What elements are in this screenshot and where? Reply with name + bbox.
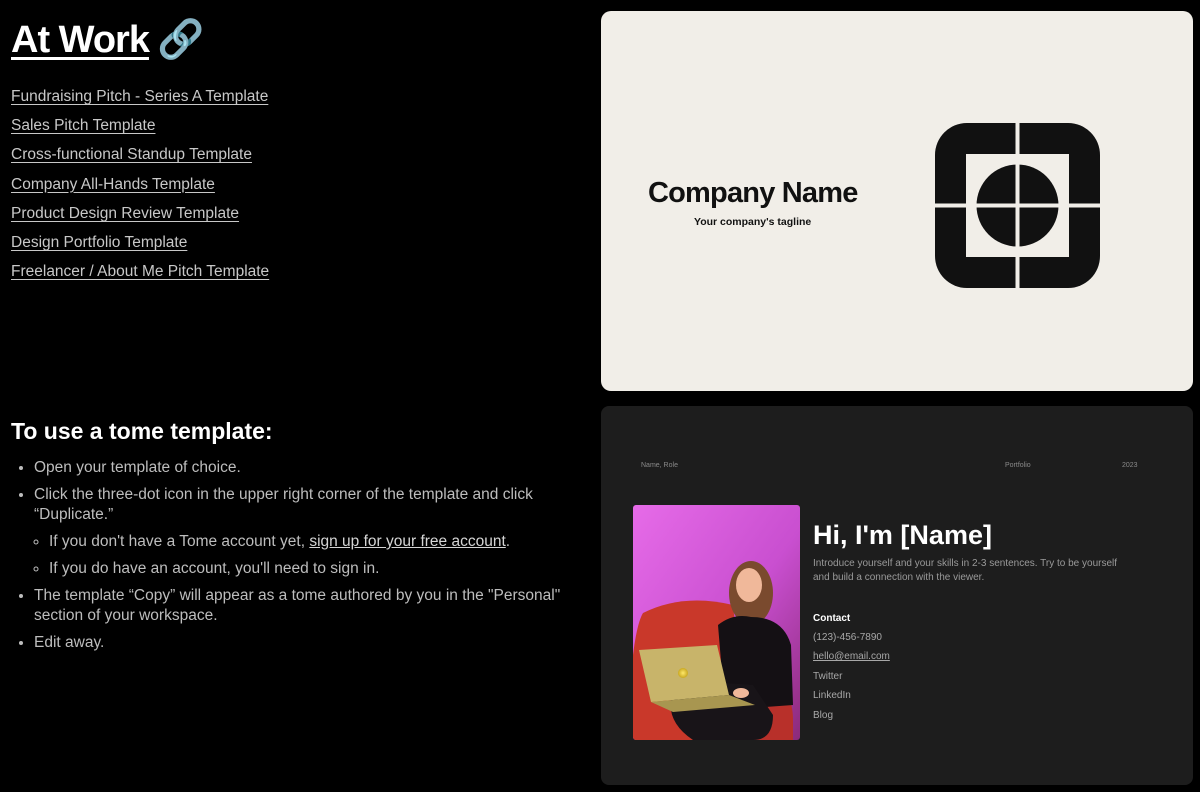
howto-step: Open your template of choice. [34,458,571,478]
portfolio-header-role: Name, Role [641,462,678,469]
template-link-freelancer[interactable]: Freelancer / About Me Pitch Template [11,257,269,286]
contact-email: hello@email.com [813,651,890,663]
contact-blog: Blog [813,709,834,721]
contact-linkedin: LinkedIn [813,690,851,702]
template-preview-company[interactable]: Company Name Your company's tagline [601,11,1193,391]
company-tagline-text: Your company's tagline [694,216,812,228]
contact-heading: Contact [813,613,851,624]
template-link-sales-pitch[interactable]: Sales Pitch Template [11,111,269,140]
portfolio-header-title: Portfolio [1005,462,1031,469]
portfolio-header-year: 2023 [1122,462,1138,469]
template-link-design-review[interactable]: Product Design Review Template [11,199,269,228]
howto-step-text: Click the three-dot icon in the upper ri… [34,486,533,523]
portfolio-intro: Introduce yourself and your skills in 2-… [813,558,1118,583]
howto-substep: If you do have an account, you'll need t… [49,559,571,579]
page-title[interactable]: At Work 🔗 [11,18,204,62]
template-link-all-hands[interactable]: Company All-Hands Template [11,170,269,199]
portfolio-greeting: Hi, I'm [Name] [813,520,992,550]
portrait-photo [633,505,800,740]
contact-list: (123)-456-7890 hello@email.com Twitter L… [813,631,890,728]
howto-substep-suffix: . [505,533,511,550]
contact-phone: (123)-456-7890 [813,632,882,643]
howto-instructions: Open your template of choice. Click the … [11,458,571,660]
template-preview-portfolio[interactable]: Name, Role Portfolio 2023 Hi, I'm [Name]… [601,406,1193,785]
contact-twitter: Twitter [813,670,843,682]
howto-step: The template “Copy” will appear as a tom… [34,586,571,626]
howto-step: Click the three-dot icon in the upper ri… [34,485,571,579]
template-link-design-portfolio[interactable]: Design Portfolio Template [11,228,269,257]
company-name-text: Company Name [648,177,858,209]
howto-step: Edit away. [34,633,571,653]
howto-heading: To use a tome template: [11,418,273,444]
howto-substep-text: If you don't have a Tome account yet, [49,533,310,550]
howto-substep: If you don't have a Tome account yet, si… [49,532,571,552]
company-logo-icon [935,123,1100,288]
signup-link[interactable]: sign up for your free account [309,533,505,550]
template-link-standup[interactable]: Cross-functional Standup Template [11,140,269,169]
page-title-text: At Work [11,19,150,61]
template-link-fundraising[interactable]: Fundraising Pitch - Series A Template [11,82,269,111]
template-link-list: Fundraising Pitch - Series A Template Sa… [11,82,269,286]
link-icon: 🔗 [156,19,204,61]
